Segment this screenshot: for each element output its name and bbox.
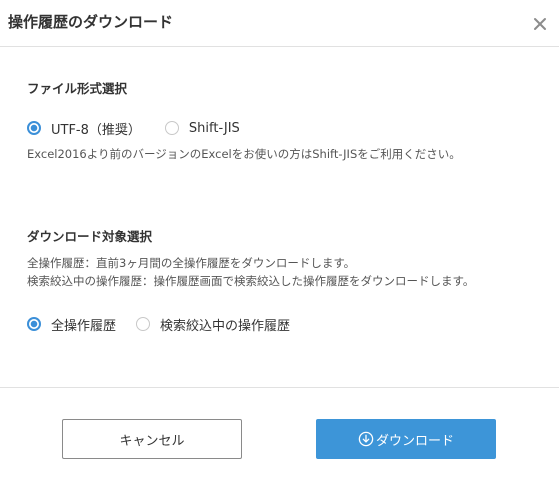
download-history-dialog: 操作履歴のダウンロード ファイル形式選択 UTF-8（推奨） Shift-JIS… [0,0,559,488]
radio-option-filtered-history[interactable]: 検索絞込中の操作履歴 [136,315,290,334]
download-circle-icon [358,431,374,447]
radio-label-shift-jis: Shift-JIS [188,120,240,136]
dialog-header: 操作履歴のダウンロード [0,0,559,47]
close-icon[interactable] [530,14,550,34]
target-description-filtered: 検索絞込中の操作履歴：操作履歴画面で検索絞込した操作履歴をダウンロードします。 [27,274,475,288]
download-button[interactable]: ダウンロード [316,419,496,459]
radio-unselected-icon[interactable] [164,121,179,135]
radio-selected-icon[interactable] [27,317,41,331]
dialog-title: 操作履歴のダウンロード [8,13,174,31]
target-radio-group: 全操作履歴 検索絞込中の操作履歴 [27,314,290,334]
radio-selected-icon[interactable] [27,121,41,135]
footer-divider [0,387,559,388]
radio-option-shift-jis[interactable]: Shift-JIS [164,120,240,136]
target-section-title: ダウンロード対象選択 [27,229,153,244]
cancel-button[interactable]: キャンセル [62,419,242,459]
radio-option-utf8[interactable]: UTF-8（推奨） [27,119,141,138]
radio-label-all-history: 全操作履歴 [51,318,117,334]
radio-unselected-icon[interactable] [136,317,151,331]
cancel-button-label: キャンセル [119,433,185,449]
file-format-radio-group: UTF-8（推奨） Shift-JIS [27,118,240,138]
file-format-section-title: ファイル形式選択 [27,81,128,96]
radio-label-utf8: UTF-8（推奨） [51,122,141,138]
download-button-label: ダウンロード [375,433,454,449]
radio-label-filtered-history: 検索絞込中の操作履歴 [160,318,291,334]
radio-option-all-history[interactable]: 全操作履歴 [27,315,116,334]
target-description-all: 全操作履歴：直前3ヶ月間の全操作履歴をダウンロードします。 [27,256,356,270]
file-format-note: Excel2016より前のバージョンのExcelをお使いの方はShift-JIS… [27,147,461,161]
